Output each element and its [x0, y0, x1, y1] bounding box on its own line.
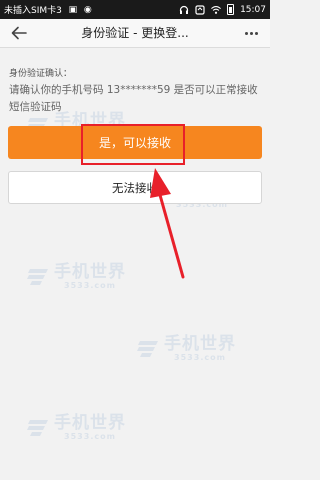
watermark-text: 手机世界	[54, 413, 126, 433]
more-icon	[244, 31, 248, 35]
more-button[interactable]	[240, 22, 262, 44]
watermark-logo-icon	[27, 419, 48, 436]
watermark-number: 3533.com	[64, 432, 116, 441]
watermark-number: 3533.com	[64, 281, 116, 290]
wifi-icon	[211, 5, 221, 15]
status-left-icons: ▣ ◉	[68, 5, 179, 15]
headphone-icon	[179, 5, 189, 15]
watermark: 手机世界 3533.com	[26, 414, 126, 441]
watermark: 手机世界 3533.com	[26, 263, 126, 290]
image-icon: ▣	[68, 4, 78, 15]
watermark-number: 3533.com	[174, 353, 226, 362]
cannot-receive-button[interactable]: 无法接收	[8, 171, 262, 204]
clock: 15:07	[240, 4, 266, 15]
verification-message: 请确认你的手机号码 13*******59 是否可以正常接收短信验证码	[9, 84, 258, 113]
page-title: 身份验证 - 更换登...	[81, 26, 189, 40]
watermark-text: 手机世界	[54, 262, 126, 282]
battery-icon	[227, 4, 235, 15]
status-bar: 未插入SIM卡3 ▣ ◉ 15:07	[0, 0, 270, 19]
app-bar: 身份验证 - 更换登...	[0, 19, 270, 48]
watermark: 手机世界 3533.com	[136, 335, 236, 362]
back-button[interactable]	[8, 22, 30, 44]
notification-icon	[195, 4, 205, 15]
highlight-box	[81, 124, 185, 165]
status-right-icons: 15:07	[179, 4, 266, 15]
carrier-label: 未插入SIM卡3	[4, 6, 62, 16]
section-label: 身份验证确认：	[9, 69, 73, 79]
chat-icon: ◉	[83, 4, 92, 15]
back-arrow-icon	[11, 26, 27, 40]
watermark-logo-icon	[27, 268, 48, 285]
watermark-text: 手机世界	[164, 334, 236, 354]
watermark-logo-icon	[137, 340, 158, 357]
